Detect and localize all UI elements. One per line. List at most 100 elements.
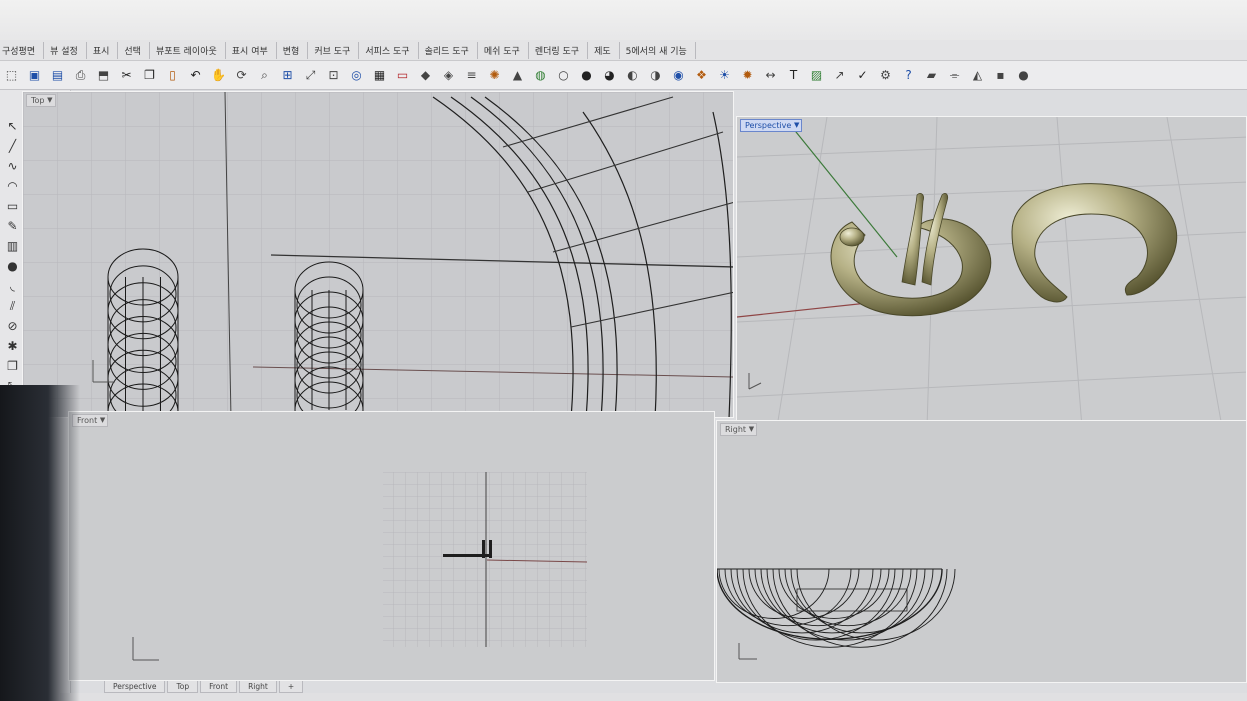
zoom-selected-icon[interactable]: ⊡ xyxy=(324,66,343,85)
edit-points-icon[interactable]: ⁘ xyxy=(24,458,41,475)
viewport-top[interactable]: Top ▼ xyxy=(22,91,734,418)
viewport-front[interactable]: Front ▼ xyxy=(68,411,715,681)
toolbar-tab-13[interactable]: 5에서의 새 기능 xyxy=(620,41,696,59)
cut-icon[interactable]: ✂ xyxy=(117,66,136,85)
pan-hand-icon[interactable]: ✋ xyxy=(209,66,228,85)
check-icon[interactable]: ✓ xyxy=(853,66,872,85)
viewport-label-perspective[interactable]: Perspective ▼ xyxy=(740,119,803,132)
solid-sphere-icon[interactable]: ● xyxy=(4,258,21,275)
help-icon[interactable]: ? xyxy=(899,66,918,85)
check-tool-icon[interactable]: ✓ xyxy=(4,458,21,475)
toolbar-tab-1[interactable]: 뷰 설정 xyxy=(44,41,87,59)
print-icon[interactable]: ⎙ xyxy=(71,66,90,85)
box-icon[interactable]: ▪ xyxy=(991,66,1010,85)
viewport-label-top[interactable]: Top ▼ xyxy=(26,94,56,107)
viewport-tab-1[interactable]: Top xyxy=(167,681,199,693)
open-folder-icon[interactable]: ▣ xyxy=(25,66,44,85)
osnap-icon[interactable]: ◈ xyxy=(439,66,458,85)
rotate-view-icon[interactable]: ⟳ xyxy=(232,66,251,85)
line-icon[interactable]: ╱ xyxy=(4,138,21,155)
color-icon[interactable]: ◍ xyxy=(531,66,550,85)
text-icon[interactable]: T xyxy=(784,66,803,85)
new-file-icon[interactable]: ⬚ xyxy=(2,66,21,85)
toolbar-tab-0[interactable]: 구성평면 xyxy=(0,41,45,59)
arc-icon[interactable]: ◠ xyxy=(4,178,21,195)
options-icon[interactable]: ⚙ xyxy=(876,66,895,85)
toolbar-tab-11[interactable]: 렌더링 도구 xyxy=(529,41,589,59)
sun-icon[interactable]: ✹ xyxy=(738,66,757,85)
rhino-window: 구성평면 뷰 설정 표시 선택 뷰포트 레이아웃 표시 여부 변형 커브 도구 서피스 도구 솔리… xyxy=(0,0,1247,701)
object-properties-icon[interactable]: ▲ xyxy=(508,66,527,85)
toolbar-tab-3[interactable]: 선택 xyxy=(118,41,150,59)
zoom-icon[interactable]: ⌕ xyxy=(255,66,274,85)
lasso-icon[interactable]: ⌓ xyxy=(4,478,21,495)
xray-icon[interactable]: ◑ xyxy=(646,66,665,85)
leader-icon[interactable]: ↗ xyxy=(830,66,849,85)
snap-icon[interactable]: ◆ xyxy=(416,66,435,85)
viewport-tab-0[interactable]: Perspective xyxy=(104,681,166,693)
save-icon[interactable]: ▤ xyxy=(48,66,67,85)
toolbar-tab-9[interactable]: 솔리드 도구 xyxy=(419,41,478,59)
hatch-icon[interactable]: ▨ xyxy=(807,66,826,85)
freeform-icon[interactable]: ✎ xyxy=(4,218,21,235)
extrude-icon[interactable]: ▥ xyxy=(4,238,21,255)
shaded-icon[interactable]: ● xyxy=(577,66,596,85)
render-tool-icon[interactable]: ◉ xyxy=(24,438,41,455)
viewport-label-right[interactable]: Right ▼ xyxy=(720,423,758,436)
viewport-tab-2[interactable]: Front xyxy=(200,681,238,693)
toolbar-tab-7[interactable]: 커브 도구 xyxy=(308,41,360,59)
lock-icon[interactable]: ▰ xyxy=(922,66,941,85)
fillet-icon[interactable]: ◟ xyxy=(4,278,21,295)
viewport-tab-3[interactable]: Right xyxy=(239,681,277,693)
dimension-tool-icon[interactable]: ↔ xyxy=(4,418,21,435)
toolbar-tab-10[interactable]: 메쉬 도구 xyxy=(478,41,529,59)
render-icon[interactable]: ◉ xyxy=(669,66,688,85)
measure-icon[interactable]: ⌯ xyxy=(945,66,964,85)
environment-icon[interactable]: ☀ xyxy=(715,66,734,85)
toolbar-tab-12[interactable]: 제도 xyxy=(588,41,620,59)
paint-icon[interactable]: ✍ xyxy=(24,478,41,495)
toolbar-tab-6[interactable]: 변형 xyxy=(277,41,309,59)
viewport-perspective[interactable]: Perspective ▼ xyxy=(736,116,1247,426)
scale-icon[interactable]: ⤡ xyxy=(4,378,21,395)
toolbar-tab-4[interactable]: 뷰포트 레이아웃 xyxy=(150,41,226,59)
toolbar-tab-8[interactable]: 서피스 도구 xyxy=(359,41,419,59)
toolbar-tab-5[interactable]: 표시 여부 xyxy=(226,41,277,59)
material-icon[interactable]: ❖ xyxy=(692,66,711,85)
undo-icon[interactable]: ↶ xyxy=(186,66,205,85)
rectangle-icon[interactable]: ▭ xyxy=(4,198,21,215)
viewport-menu-arrow-icon[interactable]: ▼ xyxy=(794,120,799,131)
offset-icon[interactable]: ⫽ xyxy=(4,298,21,315)
split-icon[interactable]: ⊘ xyxy=(4,318,21,335)
viewport-menu-arrow-icon[interactable]: ▼ xyxy=(47,95,52,106)
viewport-tab-4[interactable]: + xyxy=(278,681,304,693)
array-icon[interactable]: ▦ xyxy=(4,398,21,415)
text-tool-icon[interactable]: T xyxy=(24,418,41,435)
light-bulb-icon[interactable]: ✺ xyxy=(485,66,504,85)
dimension-icon[interactable]: ↔ xyxy=(761,66,780,85)
copy-icon[interactable]: ❐ xyxy=(140,66,159,85)
zoom-target-icon[interactable]: ◎ xyxy=(347,66,366,85)
zoom-window-icon[interactable]: ⊞ xyxy=(278,66,297,85)
toolbar-tab-2[interactable]: 표시 xyxy=(87,41,119,59)
ghosted-icon[interactable]: ◐ xyxy=(623,66,642,85)
viewport-label-front[interactable]: Front ▼ xyxy=(72,414,109,427)
layer-icon[interactable]: ≡ xyxy=(462,66,481,85)
explode-icon[interactable]: ✱ xyxy=(4,338,21,355)
import-icon[interactable]: ⬒ xyxy=(94,66,113,85)
analyze-icon[interactable]: ◭ xyxy=(968,66,987,85)
wireframe-icon[interactable]: ○ xyxy=(554,66,573,85)
copy-object-icon[interactable]: ❐ xyxy=(4,358,21,375)
zoom-extents-icon[interactable]: ⤢ xyxy=(301,66,320,85)
select-icon[interactable]: ↖ xyxy=(4,118,21,135)
cplane-icon[interactable]: ▭ xyxy=(393,66,412,85)
curve-icon[interactable]: ∿ xyxy=(4,158,21,175)
viewport-right[interactable]: Right ▼ xyxy=(716,420,1247,683)
analyze-tool-icon[interactable]: ◭ xyxy=(4,438,21,455)
viewport-menu-arrow-icon[interactable]: ▼ xyxy=(749,424,754,435)
grid-icon[interactable]: ▦ xyxy=(370,66,389,85)
viewport-menu-arrow-icon[interactable]: ▼ xyxy=(100,415,105,426)
paste-icon[interactable]: ▯ xyxy=(163,66,182,85)
rendered-icon[interactable]: ◕ xyxy=(600,66,619,85)
sphere-icon[interactable]: ● xyxy=(1014,66,1033,85)
